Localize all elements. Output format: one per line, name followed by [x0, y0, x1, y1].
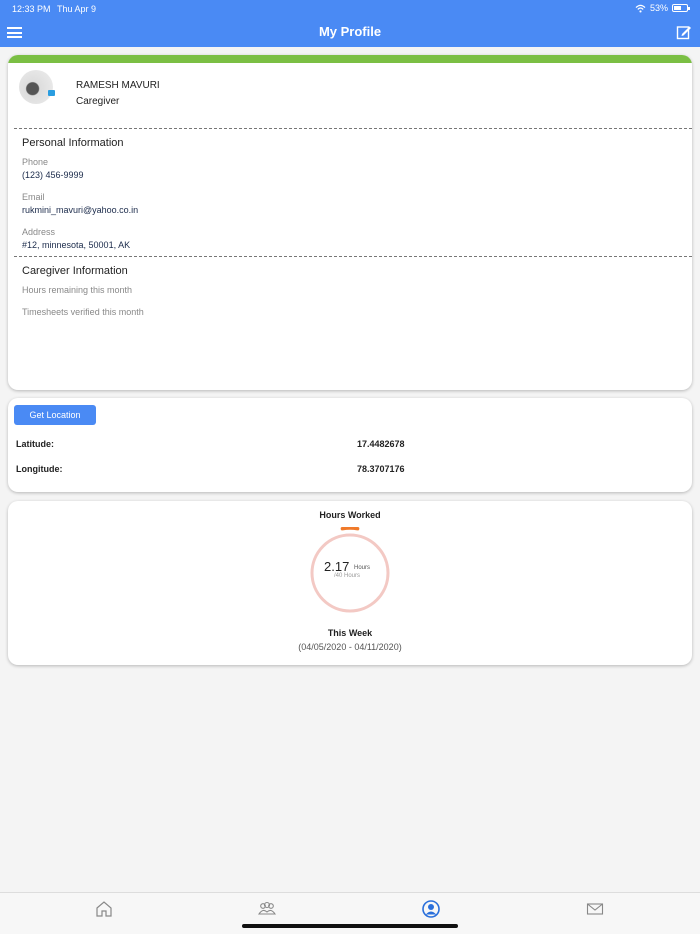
edit-icon[interactable]: [676, 24, 692, 40]
latitude-value: 17.4482678: [357, 439, 405, 449]
page-title: My Profile: [318, 24, 382, 39]
location-card: Get Location Latitude: 17.4482678 Longit…: [8, 398, 692, 492]
hours-progress-ring: [310, 527, 390, 613]
divider: [14, 128, 692, 129]
personal-info-heading: Personal Information: [22, 137, 124, 149]
profile-role: Caregiver: [76, 96, 120, 107]
wifi-icon: [635, 4, 646, 13]
profile-name: RAMESH MAVURI: [76, 80, 160, 91]
latitude-label: Latitude:: [16, 439, 54, 449]
longitude-value: 78.3707176: [357, 464, 405, 474]
hours-remaining-label: Hours remaining this month: [22, 285, 133, 295]
progress-arc: [340, 527, 360, 531]
address-value: #12, minnesota, 50001, AK: [22, 240, 131, 250]
email-value: rukmini_mavuri@yahoo.co.in: [22, 205, 139, 215]
home-indicator: [242, 924, 458, 928]
email-label: Email: [22, 192, 45, 202]
hours-worked-card: Hours Worked 2.17 Hours /40 Hours This W…: [8, 501, 692, 665]
nav-bar: My Profile: [0, 18, 700, 47]
period-title: This Week: [327, 628, 373, 638]
phone-label: Phone: [22, 157, 49, 167]
hours-total: /40 Hours: [334, 573, 361, 579]
camera-icon[interactable]: [48, 90, 55, 96]
period-range: (04/05/2020 - 04/11/2020): [298, 642, 402, 652]
profile-icon[interactable]: [421, 899, 441, 919]
address-label: Address: [22, 227, 56, 237]
home-icon[interactable]: [94, 899, 114, 919]
avatar[interactable]: [19, 70, 53, 104]
group-icon[interactable]: [257, 899, 277, 919]
status-time: 12:33 PM: [12, 4, 51, 14]
phone-value: (123) 456-9999: [22, 170, 84, 180]
mail-icon[interactable]: [585, 899, 605, 919]
battery-percent: 53%: [649, 3, 668, 13]
status-date: Thu Apr 9: [57, 4, 97, 14]
battery-icon: [672, 4, 690, 12]
timesheets-verified-label: Timesheets verified this month: [22, 307, 144, 317]
hours-worked-title: Hours Worked: [319, 510, 381, 520]
longitude-label: Longitude:: [16, 464, 63, 474]
hours-unit: Hours: [354, 565, 371, 571]
caregiver-info-heading: Caregiver Information: [22, 265, 128, 277]
get-location-button[interactable]: Get Location: [14, 405, 96, 425]
divider: [14, 256, 692, 257]
profile-accent-bar: [8, 55, 692, 63]
status-bar: 12:33 PM Thu Apr 9 53%: [0, 0, 700, 18]
hours-value: 2.17: [324, 559, 350, 574]
profile-card: RAMESH MAVURI Caregiver Personal Informa…: [8, 55, 692, 390]
